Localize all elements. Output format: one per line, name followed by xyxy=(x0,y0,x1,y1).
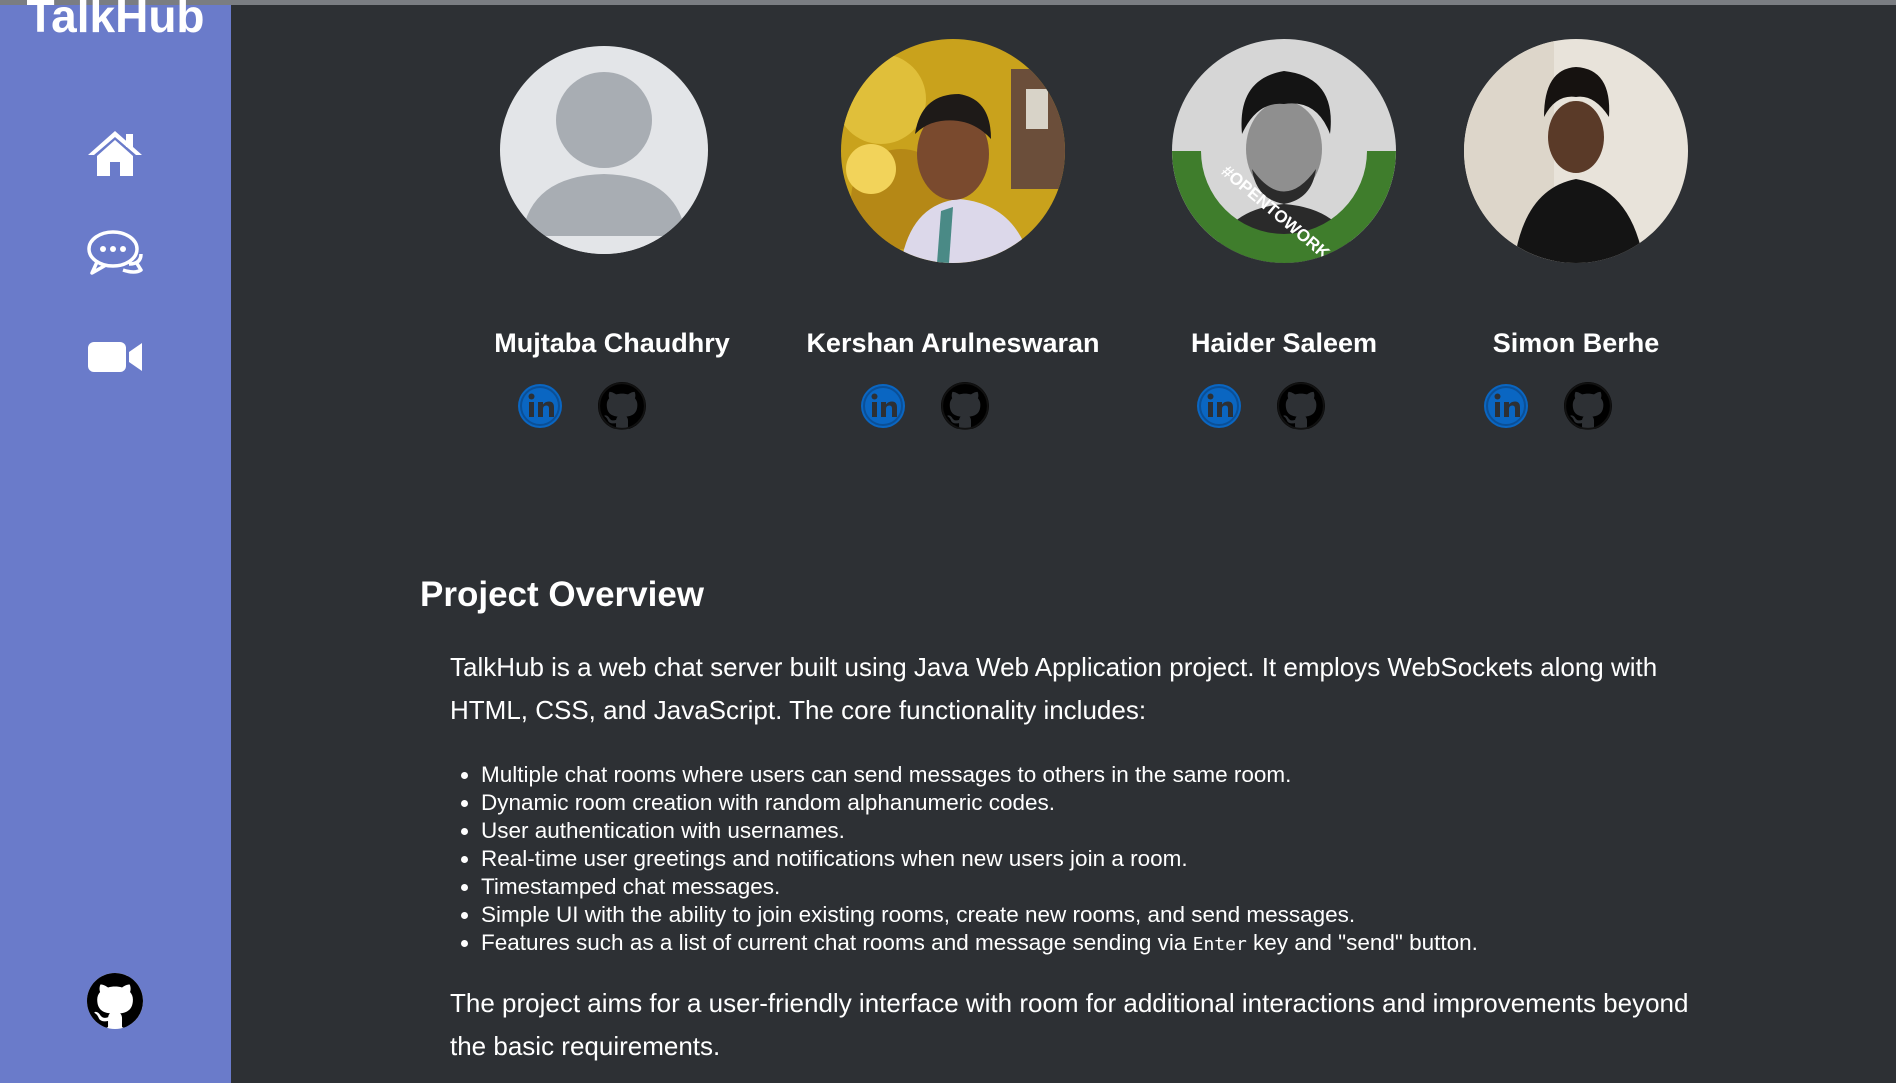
list-item: User authentication with usernames. xyxy=(481,817,1781,845)
avatar-default xyxy=(500,46,708,254)
linkedin-icon[interactable] xyxy=(859,382,907,430)
member-name: Simon Berhe xyxy=(1492,328,1660,358)
member-name: Kershan Arulneswaran xyxy=(806,328,1100,358)
github-icon[interactable] xyxy=(87,973,143,1029)
list-item-text: key and "send" button. xyxy=(1246,930,1478,955)
sidebar: TalkHub xyxy=(0,0,231,1083)
linkedin-icon[interactable] xyxy=(1195,382,1243,430)
avatar-photo xyxy=(1464,39,1688,263)
github-icon[interactable] xyxy=(1277,382,1325,430)
github-icon[interactable] xyxy=(598,382,646,430)
member-name: Mujtaba Chaudhry xyxy=(494,328,730,358)
avatar-photo: #OPENTOWORK xyxy=(1172,39,1396,263)
list-item: Timestamped chat messages. xyxy=(481,873,1781,901)
github-icon[interactable] xyxy=(1564,382,1612,430)
closing-paragraph: The project aims for a user-friendly int… xyxy=(450,988,1689,1061)
chat-bubbles-icon[interactable] xyxy=(85,224,145,284)
list-item-text: Features such as a list of current chat … xyxy=(481,930,1193,955)
feature-list: Multiple chat rooms where users can send… xyxy=(450,761,1781,959)
linkedin-icon[interactable] xyxy=(1482,382,1530,430)
list-item: Simple UI with the ability to join exist… xyxy=(481,901,1781,929)
linkedin-icon[interactable] xyxy=(516,382,564,430)
list-item: Multiple chat rooms where users can send… xyxy=(481,761,1781,789)
page-title: Project Overview xyxy=(420,575,705,614)
member-name: Haider Saleem xyxy=(1190,328,1378,358)
enter-key-code: Enter xyxy=(1192,934,1247,955)
list-item: Real-time user greetings and notificatio… xyxy=(481,845,1781,873)
app-brand[interactable]: TalkHub xyxy=(0,0,231,41)
video-camera-icon[interactable] xyxy=(85,327,145,387)
list-item: Features such as a list of current chat … xyxy=(481,929,1781,959)
home-icon[interactable] xyxy=(85,124,145,184)
github-icon[interactable] xyxy=(941,382,989,430)
intro-paragraph: TalkHub is a web chat server built using… xyxy=(450,652,1658,725)
main-content: Mujtaba Chaudhry Kershan Arulneswaran #O… xyxy=(231,5,1896,1083)
list-item: Dynamic room creation with random alphan… xyxy=(481,789,1781,817)
avatar-photo xyxy=(841,39,1065,263)
